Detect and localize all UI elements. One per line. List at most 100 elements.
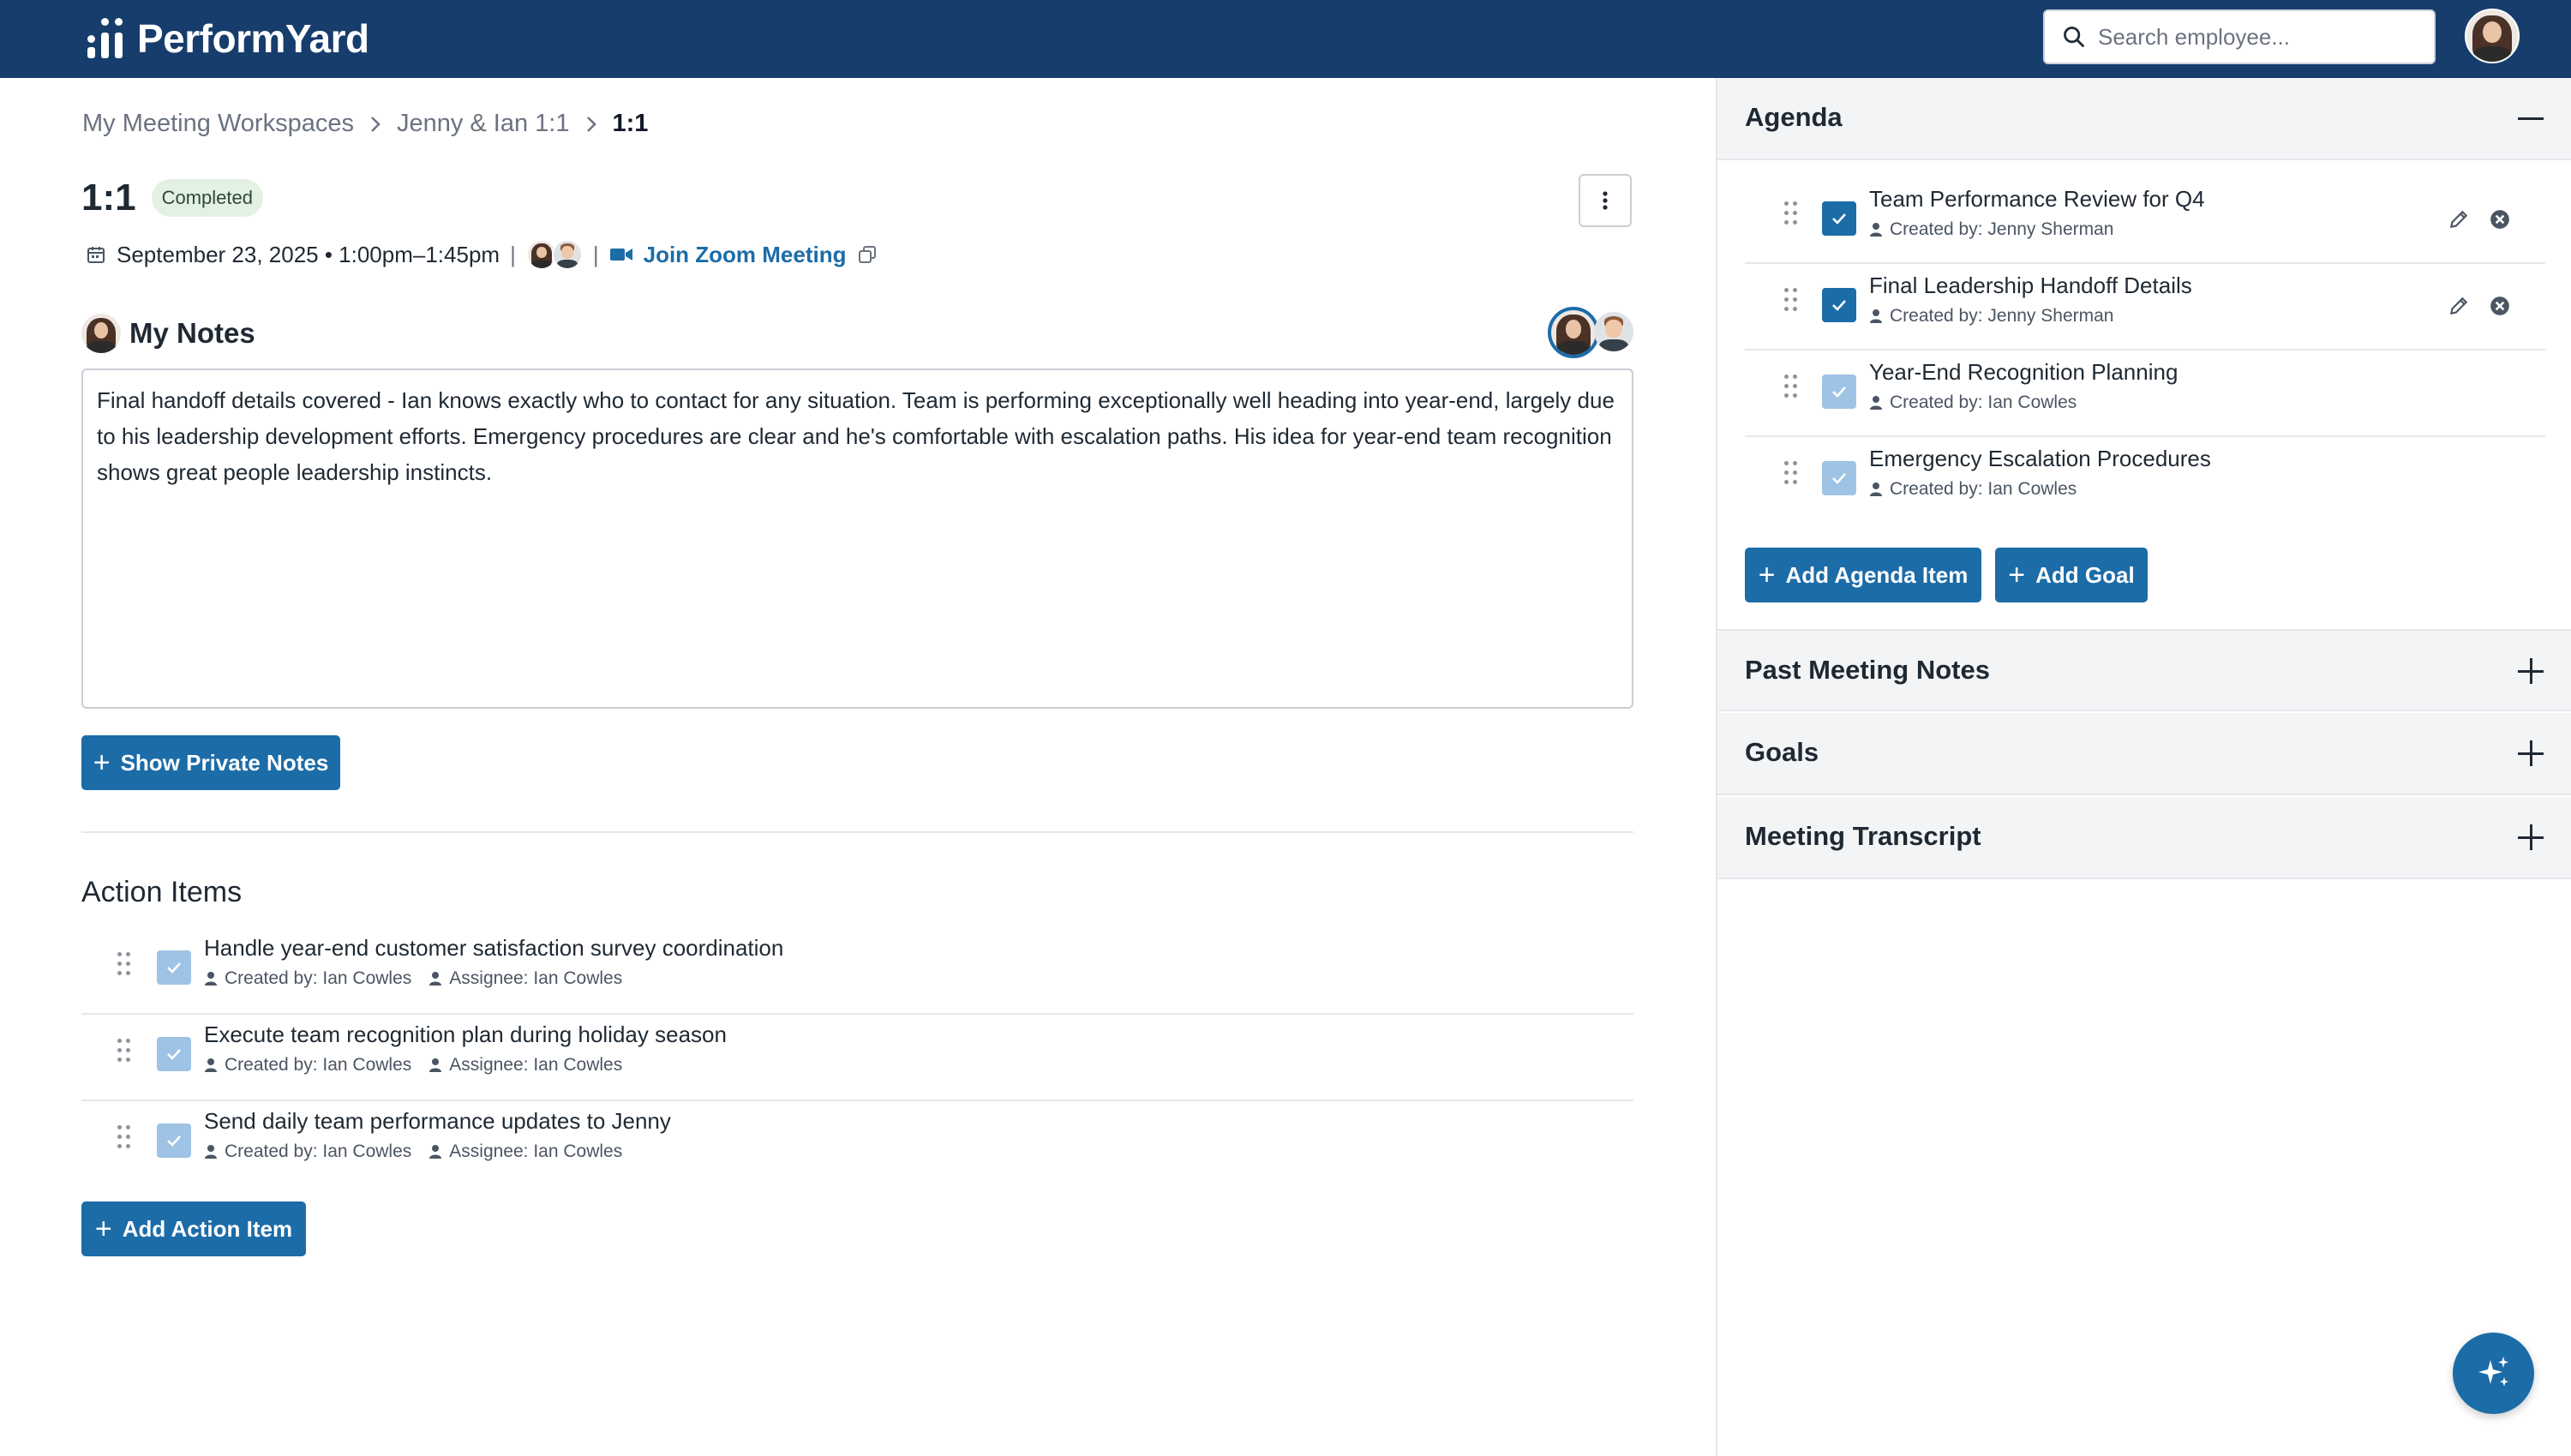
notes-view-switcher [1548,307,1633,358]
show-private-notes-button[interactable]: + Show Private Notes [81,735,340,790]
person-icon [1869,222,1883,237]
collapse-icon[interactable] [2516,104,2545,133]
expand-plus-icon[interactable] [2516,656,2545,686]
top-bar: PerformYard [0,0,2571,78]
join-zoom-link[interactable]: Join Zoom Meeting [644,242,847,268]
edit-pencil-icon[interactable] [2448,208,2470,231]
meeting-datetime: September 23, 2025 • 1:00pm–1:45pm [117,241,500,267]
action-item-text: Execute team recognition plan during hol… [204,1022,727,1047]
drag-handle-icon[interactable] [117,1039,133,1064]
plus-icon: + [94,1213,112,1245]
employee-search[interactable] [2043,9,2436,64]
person-icon [1869,309,1883,324]
page-title: 1:1 [81,177,136,219]
notes-textarea[interactable]: Final handoff details covered - Ian know… [81,368,1633,709]
agenda-item-row: Emergency Escalation Procedures Created … [1745,437,2545,524]
goals-header[interactable]: Goals [1717,713,2571,795]
person-icon [428,1144,442,1159]
action-item-row: Send daily team performance updates to J… [81,1101,1633,1188]
action-item-checkbox[interactable] [157,950,191,985]
agenda-item-checkbox[interactable] [1822,374,1856,409]
kebab-menu-icon [1603,191,1608,210]
agenda-item-checkbox[interactable] [1822,288,1856,322]
drag-handle-icon[interactable] [117,1125,133,1151]
agenda-item-text: Year-End Recognition Planning [1869,359,2178,385]
check-icon [167,1135,181,1147]
side-panel: Agenda Team Performance Review for Q4 Cr… [1716,78,2571,1456]
agenda-item-checkbox[interactable] [1822,201,1856,236]
logo-text: PerformYard [137,16,369,61]
agenda-item-text: Team Performance Review for Q4 [1869,186,2205,212]
my-notes-avatar[interactable] [1548,307,1599,358]
app-logo[interactable]: PerformYard [86,16,369,61]
ian-notes-avatar[interactable] [1594,312,1633,351]
breadcrumb-workspace[interactable]: Jenny & Ian 1:1 [397,110,570,138]
check-icon [167,962,181,974]
add-agenda-item-button[interactable]: + Add Agenda Item [1745,548,1981,602]
notes-title: My Notes [129,317,255,349]
breadcrumb-current: 1:1 [612,110,649,137]
agenda-item-meta: Created by: Ian Cowles [1869,479,2077,500]
user-avatar[interactable] [2465,9,2520,63]
agenda-item-text: Emergency Escalation Procedures [1869,446,2211,471]
agenda-item-row: Team Performance Review for Q4 Created b… [1745,177,2545,264]
expand-plus-icon[interactable] [2516,823,2545,852]
meeting-transcript-title: Meeting Transcript [1745,821,1981,851]
action-item-checkbox[interactable] [157,1123,191,1158]
drag-handle-icon[interactable] [1784,288,1800,314]
copy-icon[interactable] [857,244,878,265]
past-meeting-notes-header[interactable]: Past Meeting Notes [1717,629,2571,711]
goals-title: Goals [1745,737,1819,767]
agenda-item-meta: Created by: Jenny Sherman [1869,306,2113,327]
check-icon [1832,473,1846,484]
add-action-item-button[interactable]: + Add Action Item [81,1201,306,1256]
person-icon [1869,482,1883,497]
drag-handle-icon[interactable] [117,952,133,978]
more-options-button[interactable] [1579,174,1632,227]
agenda-header[interactable]: Agenda [1717,78,2571,160]
meeting-transcript-header[interactable]: Meeting Transcript [1717,797,2571,879]
action-item-text: Handle year-end customer satisfaction su… [204,935,784,961]
person-icon [204,1144,218,1159]
agenda-item-row: Year-End Recognition Planning Created by… [1745,351,2545,437]
agenda-item-checkbox[interactable] [1822,461,1856,495]
ai-assistant-button[interactable] [2453,1333,2534,1414]
drag-handle-icon[interactable] [1784,461,1800,487]
notes-header: My Notes [81,314,255,353]
action-item-checkbox[interactable] [157,1037,191,1071]
plus-icon: + [93,746,111,779]
drag-handle-icon[interactable] [1784,201,1800,227]
agenda-item-meta: Created by: Jenny Sherman [1869,219,2113,240]
calendar-icon [87,247,105,263]
person-icon [1869,395,1883,410]
edit-pencil-icon[interactable] [2448,295,2470,317]
agenda-title: Agenda [1745,102,1843,132]
agenda-item-row: Final Leadership Handoff Details Created… [1745,264,2545,351]
remove-icon[interactable] [2489,295,2511,317]
check-icon [167,1049,181,1060]
add-goal-button[interactable]: + Add Goal [1995,548,2148,602]
breadcrumb: My Meeting Workspaces Jenny & Ian 1:1 1:… [82,110,648,138]
logo-icon [86,18,130,59]
action-item-text: Send daily team performance updates to J… [204,1108,671,1134]
plus-icon: + [1758,559,1776,591]
expand-plus-icon[interactable] [2516,739,2545,768]
drag-handle-icon[interactable] [1784,374,1800,400]
action-item-meta: Created by: Ian Cowles Assignee: Ian Cow… [204,1055,622,1076]
action-item-meta: Created by: Ian Cowles Assignee: Ian Cow… [204,1141,622,1162]
remove-icon[interactable] [2489,208,2511,231]
divider [81,831,1633,833]
person-icon [428,1058,442,1073]
agenda-item-meta: Created by: Ian Cowles [1869,392,2077,413]
participant-avatar [551,239,583,270]
meeting-header: 1:1 Completed [81,177,263,219]
meeting-meta: September 23, 2025 • 1:00pm–1:45pm | | J… [86,238,878,271]
action-item-row: Handle year-end customer satisfaction su… [81,928,1633,1015]
check-icon [1832,213,1846,225]
plus-icon: + [2008,559,2026,591]
breadcrumb-workspaces[interactable]: My Meeting Workspaces [82,110,354,138]
action-item-meta: Created by: Ian Cowles Assignee: Ian Cow… [204,968,622,989]
notes-author-avatar [81,314,121,353]
search-input[interactable] [2098,23,2415,51]
video-camera-icon [609,249,632,261]
